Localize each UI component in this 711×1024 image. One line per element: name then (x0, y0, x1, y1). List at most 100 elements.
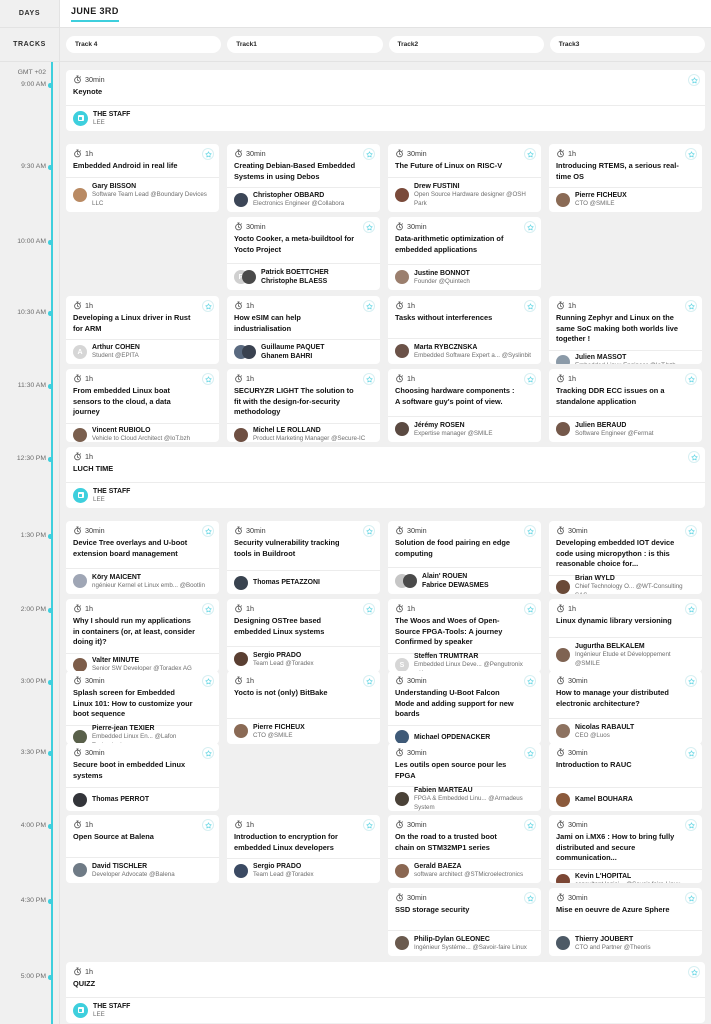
speaker-name: Drew FUSTINI (414, 183, 460, 191)
favorite-star-icon[interactable] (363, 148, 375, 160)
avatar (73, 730, 87, 744)
favorite-star-icon[interactable] (202, 819, 214, 831)
session-card[interactable]: 1h QUIZZ THE STAFF LEE (66, 962, 705, 1023)
favorite-star-icon[interactable] (685, 603, 697, 615)
clock-icon (234, 149, 243, 158)
session-card[interactable]: 1h Embedded Android in real life Gary BISS… (66, 144, 219, 212)
favorite-star-icon[interactable] (524, 148, 536, 160)
favorite-star-icon[interactable] (685, 525, 697, 537)
favorite-star-icon[interactable] (202, 373, 214, 385)
session-card[interactable]: 30min Understanding U-Boot Falcon Mode an… (388, 671, 541, 744)
session-card[interactable]: 30min On the road to a trusted boot chain… (388, 815, 541, 883)
session-duration-label: 1h (246, 301, 254, 310)
track-pill[interactable]: Track2 (388, 36, 544, 53)
favorite-star-icon[interactable] (363, 675, 375, 687)
session-card[interactable]: 30min SSD storage security Philip-Dylan GL… (388, 888, 541, 956)
favorite-star-icon[interactable] (202, 148, 214, 160)
session-card[interactable]: 30min Jami on i.MX6 : How to bring fully … (549, 815, 702, 883)
favorite-star-icon[interactable] (685, 819, 697, 831)
session-card[interactable]: 1h Yocto is not (only) BitBake Pierre FICH… (227, 671, 380, 744)
session-duration: 30min (556, 820, 695, 829)
session-duration: 1h (73, 374, 212, 383)
session-card[interactable]: 1h Open Source at Balena David TISCHLER Dev… (66, 815, 219, 883)
favorite-star-icon[interactable] (524, 300, 536, 312)
speaker-info: Jugurtha BELKALEM Ingénieur Etude et Déve… (575, 642, 695, 668)
session-card[interactable]: 1h From embedded Linux boat sensors to th… (66, 369, 219, 442)
avatar (73, 792, 87, 807)
session-card[interactable]: 30min Creating Debian-Based Embedded Syst… (227, 144, 380, 212)
session-card[interactable]: 30min Introduction to RAUC Kamel BOUHARA (549, 743, 702, 811)
speaker-info: Guillaume PAQUET Ghanem BAHRI (261, 343, 373, 361)
favorite-star-icon[interactable] (202, 747, 214, 759)
track-pill[interactable]: Track3 (549, 36, 705, 53)
favorite-star-icon[interactable] (202, 603, 214, 615)
session-card[interactable]: 1h Introducing RTEMS, a serious real-time… (549, 144, 702, 212)
favorite-star-icon[interactable] (685, 892, 697, 904)
favorite-star-icon[interactable] (363, 525, 375, 537)
favorite-star-icon[interactable] (524, 747, 536, 759)
favorite-star-icon[interactable] (202, 675, 214, 687)
favorite-star-icon[interactable] (363, 221, 375, 233)
avatar (234, 864, 248, 878)
avatar-group: A (73, 345, 87, 359)
session-duration: 30min (556, 676, 695, 685)
session-card[interactable]: 30min Device Tree overlays and U-boot ext… (66, 521, 219, 594)
favorite-star-icon[interactable] (524, 675, 536, 687)
session-card[interactable]: 1h Choosing hardware components : A softw… (388, 369, 541, 442)
session-card[interactable]: 1h Linux dynamic library versioning Jugurt… (549, 599, 702, 672)
session-card[interactable]: 1h Tracking DDR ECC issues on a standalon… (549, 369, 702, 442)
session-card[interactable]: 30min Data-arithmetic optimization of emb… (388, 217, 541, 290)
session-card[interactable]: 1h LUCH TIME THE STAFF LEE (66, 447, 705, 508)
tab-june-3rd[interactable]: JUNE 3RD (71, 5, 119, 22)
favorite-star-icon[interactable] (685, 300, 697, 312)
session-card[interactable]: 30min Les outils open source pour les FPG… (388, 743, 541, 811)
session-card[interactable]: 1h Why I should run my applications in co… (66, 599, 219, 672)
speaker-name: Jérémy ROSEN (414, 421, 465, 429)
session-card[interactable]: 1h Running Zephyr and Linux on the same S… (549, 296, 702, 364)
favorite-star-icon[interactable] (685, 373, 697, 385)
session-card[interactable]: 1h Tasks without interferences Marta RYBCZ… (388, 296, 541, 364)
favorite-star-icon[interactable] (524, 892, 536, 904)
session-card-header: 30min Solution de food pairing en edge co… (388, 521, 541, 567)
favorite-star-icon[interactable] (524, 221, 536, 233)
favorite-star-icon[interactable] (363, 373, 375, 385)
favorite-star-icon[interactable] (688, 966, 700, 978)
session-card[interactable]: 30min Solution de food pairing en edge co… (388, 521, 541, 594)
avatar (556, 874, 570, 883)
favorite-star-icon[interactable] (363, 300, 375, 312)
favorite-star-icon[interactable] (685, 148, 697, 160)
session-card[interactable]: 30min Yocto Cooker, a meta-buildtool for … (227, 217, 380, 290)
session-card[interactable]: 30min Keynote THE STAFF LEE (66, 70, 705, 131)
track-pill[interactable]: Track1 (227, 36, 383, 53)
timeline-line (51, 62, 53, 1024)
session-card[interactable]: 1h Developing a Linux driver in Rust for … (66, 296, 219, 364)
favorite-star-icon[interactable] (524, 525, 536, 537)
favorite-star-icon[interactable] (524, 603, 536, 615)
favorite-star-icon[interactable] (363, 819, 375, 831)
session-card[interactable]: 1h How eSIM can help industrialisation Gui… (227, 296, 380, 364)
session-card[interactable]: 30min The Future of Linux on RISC-V Drew F… (388, 144, 541, 212)
session-card[interactable]: 1h Introduction to encryption for embedde… (227, 815, 380, 883)
session-card[interactable]: 30min Developing embedded IOT device code… (549, 521, 702, 594)
favorite-star-icon[interactable] (363, 603, 375, 615)
favorite-star-icon[interactable] (524, 819, 536, 831)
track-pill[interactable]: Track 4 (66, 36, 222, 53)
session-card[interactable]: 30min Secure boot in embedded Linux syste… (66, 743, 219, 811)
favorite-star-icon[interactable] (202, 300, 214, 312)
session-card[interactable]: 1h Designing OSTree based embedded Linux … (227, 599, 380, 672)
speaker-info: Valter MINUTE Senior SW Developer @Torade… (92, 656, 212, 672)
favorite-star-icon[interactable] (685, 747, 697, 759)
session-card[interactable]: 30min Mise en oeuvre de Azure Sphere Thier… (549, 888, 702, 956)
favorite-star-icon[interactable] (524, 373, 536, 385)
favorite-star-icon[interactable] (202, 525, 214, 537)
session-speakers: Vincent RUBIOLO Vehicle to Cloud Architec… (66, 422, 219, 442)
favorite-star-icon[interactable] (688, 451, 700, 463)
favorite-star-icon[interactable] (685, 675, 697, 687)
favorite-star-icon[interactable] (688, 74, 700, 86)
session-card[interactable]: 30min Security vulnerability tracking too… (227, 521, 380, 594)
session-card[interactable]: 1h The Woos and Woes of Open-Source FPGA-… (388, 599, 541, 672)
session-card[interactable]: 30min Splash screen for Embedded Linux 10… (66, 671, 219, 744)
session-card[interactable]: 30min How to manage your distributed elec… (549, 671, 702, 744)
time-marker: 9:00 AM GMT +02 (0, 69, 60, 90)
session-card[interactable]: 1h SECURYZR LIGHT The solution to fit wit… (227, 369, 380, 442)
